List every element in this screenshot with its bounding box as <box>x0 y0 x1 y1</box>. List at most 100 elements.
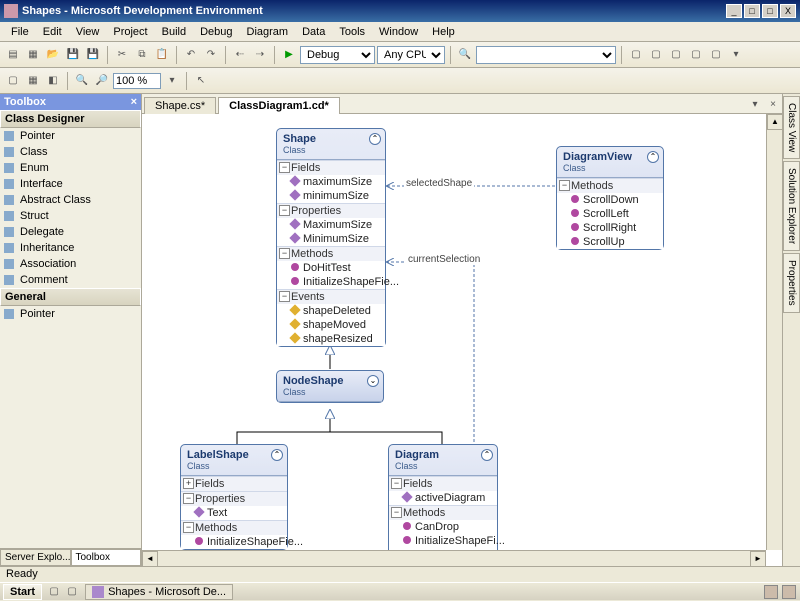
layout-icon[interactable]: ◧ <box>44 72 62 90</box>
field-maximumsize[interactable]: maximumSize <box>277 175 385 189</box>
zoom-fit-icon[interactable]: ▢ <box>4 72 22 90</box>
zoom-dropdown-icon[interactable]: ▾ <box>163 72 181 90</box>
tray-icon[interactable] <box>782 585 796 599</box>
quicklaunch-icon[interactable]: ▢ <box>45 583 63 601</box>
d-icon[interactable]: ▢ <box>687 46 705 64</box>
toolbox-item-pointer[interactable]: Pointer <box>0 128 141 144</box>
tab-close-icon[interactable]: × <box>764 95 782 113</box>
h-scrollbar[interactable]: ◄ ► <box>142 550 766 566</box>
zoom-out-icon[interactable]: 🔎 <box>93 72 111 90</box>
method-candrop[interactable]: CanDrop <box>389 520 497 534</box>
scroll-left-icon[interactable]: ◄ <box>142 551 158 567</box>
toolbox-item-struct[interactable]: Struct <box>0 208 141 224</box>
section-methods[interactable]: Methods <box>389 505 497 520</box>
collapse-icon[interactable]: ⌃ <box>647 151 659 163</box>
scroll-right-icon[interactable]: ► <box>750 551 766 567</box>
scroll-up-icon[interactable]: ▲ <box>767 114 783 130</box>
grid-icon[interactable]: ▦ <box>24 72 42 90</box>
ptr-icon[interactable]: ↖ <box>192 72 210 90</box>
zoom-input[interactable] <box>113 73 161 89</box>
menu-edit[interactable]: Edit <box>36 24 69 40</box>
section-properties[interactable]: Properties <box>181 491 287 506</box>
close-button[interactable]: X <box>780 4 796 18</box>
undo-icon[interactable]: ↶ <box>182 46 200 64</box>
menu-help[interactable]: Help <box>425 24 462 40</box>
find-combo[interactable] <box>476 46 616 64</box>
class-nodeshape[interactable]: NodeShapeClass⌄ <box>276 370 384 403</box>
tab-dropdown-icon[interactable]: ▾ <box>746 95 764 113</box>
method-scrollright[interactable]: ScrollRight <box>557 221 663 235</box>
new-project-icon[interactable]: ▤ <box>4 46 22 64</box>
save-all-icon[interactable]: 💾 <box>84 46 102 64</box>
find-icon[interactable]: 🔍 <box>456 46 474 64</box>
method-initshapefields[interactable]: InitializeShapeFi... <box>389 534 497 548</box>
open-icon[interactable]: 📂 <box>44 46 62 64</box>
method-initshapefields[interactable]: InitializeShapeFie... <box>181 535 287 549</box>
section-methods[interactable]: Methods <box>181 520 287 535</box>
maximize-button[interactable]: □ <box>762 4 778 18</box>
toolbox-item-comment[interactable]: Comment <box>0 272 141 288</box>
panel-solution-explorer[interactable]: Solution Explorer <box>783 161 800 251</box>
toolbox-cat-general[interactable]: General <box>0 288 141 306</box>
toolbox-item-delegate[interactable]: Delegate <box>0 224 141 240</box>
start-debug-icon[interactable]: ▶ <box>280 46 298 64</box>
class-diagramview[interactable]: DiagramViewClass⌃ Methods ScrollDown Scr… <box>556 146 664 250</box>
event-shapemoved[interactable]: shapeMoved <box>277 318 385 332</box>
menu-view[interactable]: View <box>69 24 107 40</box>
menu-file[interactable]: File <box>4 24 36 40</box>
collapse-icon[interactable]: ⌃ <box>369 133 381 145</box>
method-scrollleft[interactable]: ScrollLeft <box>557 207 663 221</box>
v-scrollbar[interactable]: ▲ <box>766 114 782 550</box>
restore-button[interactable]: □ <box>744 4 760 18</box>
nav-fwd-icon[interactable]: ⇢ <box>251 46 269 64</box>
section-methods[interactable]: Methods <box>277 246 385 261</box>
diagram-canvas[interactable]: selectedShape currentSelection ShapeClas… <box>142 114 782 566</box>
paste-icon[interactable]: 📋 <box>153 46 171 64</box>
toolbox-item-interface[interactable]: Interface <box>0 176 141 192</box>
prop-text[interactable]: Text <box>181 506 287 520</box>
class-diagram[interactable]: DiagramClass⌃ Fields activeDiagram Metho… <box>388 444 498 563</box>
toolbox-cat-class-designer[interactable]: Class Designer <box>0 110 141 128</box>
section-events[interactable]: Events <box>277 289 385 304</box>
panel-properties[interactable]: Properties <box>783 253 800 313</box>
redo-icon[interactable]: ↷ <box>202 46 220 64</box>
menu-debug[interactable]: Debug <box>193 24 239 40</box>
collapse-icon[interactable]: ⌃ <box>271 449 283 461</box>
tab-toolbox[interactable]: Toolbox <box>71 549 142 566</box>
tab-shape-cs[interactable]: Shape.cs* <box>144 97 216 114</box>
c-icon[interactable]: ▢ <box>667 46 685 64</box>
nav-back-icon[interactable]: ⇠ <box>231 46 249 64</box>
minimize-button[interactable]: _ <box>726 4 742 18</box>
f-icon[interactable]: ▾ <box>727 46 745 64</box>
class-labelshape[interactable]: LabelShapeClass⌃ Fields Properties Text … <box>180 444 288 550</box>
add-item-icon[interactable]: ▦ <box>24 46 42 64</box>
method-scrolldown[interactable]: ScrollDown <box>557 193 663 207</box>
b-icon[interactable]: ▢ <box>647 46 665 64</box>
e-icon[interactable]: ▢ <box>707 46 725 64</box>
menu-window[interactable]: Window <box>372 24 425 40</box>
taskbar-app-button[interactable]: Shapes - Microsoft De... <box>85 584 233 600</box>
section-methods[interactable]: Methods <box>557 178 663 193</box>
start-button[interactable]: Start <box>3 584 42 600</box>
prop-maximumsize[interactable]: MaximumSize <box>277 218 385 232</box>
tray-icon[interactable] <box>764 585 778 599</box>
a-icon[interactable]: ▢ <box>627 46 645 64</box>
zoom-in-icon[interactable]: 🔍 <box>73 72 91 90</box>
prop-minimumsize[interactable]: MinimumSize <box>277 232 385 246</box>
class-shape[interactable]: ShapeClass⌃ Fields maximumSize minimumSi… <box>276 128 386 347</box>
config-combo[interactable]: Debug <box>300 46 375 64</box>
copy-icon[interactable]: ⧉ <box>133 46 151 64</box>
toolbox-item-pointer-2[interactable]: Pointer <box>0 306 141 322</box>
section-fields[interactable]: Fields <box>277 160 385 175</box>
section-fields[interactable]: Fields <box>389 476 497 491</box>
tab-classdiagram[interactable]: ClassDiagram1.cd* <box>218 97 340 114</box>
event-shaperesized[interactable]: shapeResized <box>277 332 385 346</box>
event-shapedeleted[interactable]: shapeDeleted <box>277 304 385 318</box>
field-minimumsize[interactable]: minimumSize <box>277 189 385 203</box>
method-scrollup[interactable]: ScrollUp <box>557 235 663 249</box>
toolbox-item-class[interactable]: Class <box>0 144 141 160</box>
toolbox-item-abstract-class[interactable]: Abstract Class <box>0 192 141 208</box>
cut-icon[interactable]: ✂ <box>113 46 131 64</box>
tab-server-explorer[interactable]: Server Explo... <box>0 549 71 566</box>
section-properties[interactable]: Properties <box>277 203 385 218</box>
